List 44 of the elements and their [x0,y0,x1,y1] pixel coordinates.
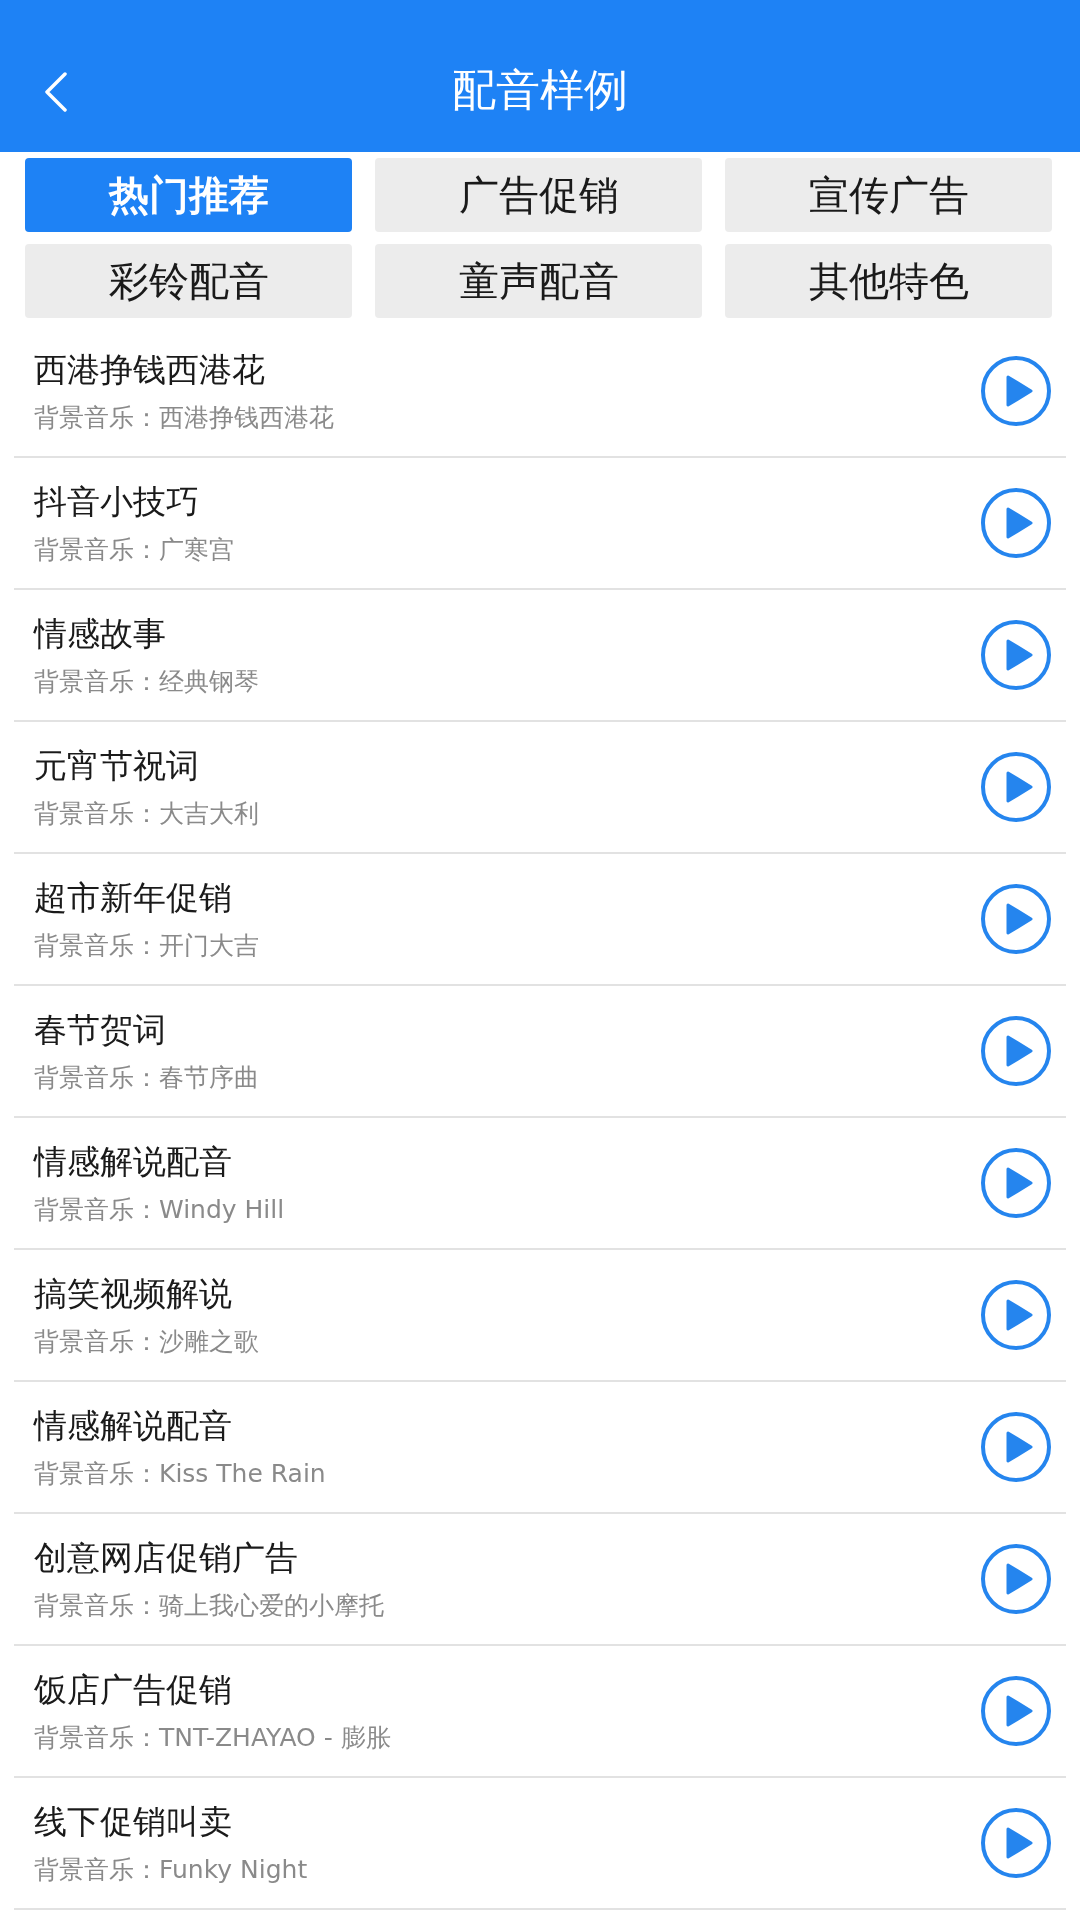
background-music-label: 背景音乐：广寒宫 [34,534,234,566]
category-tab[interactable]: 热门推荐 [25,158,352,232]
sample-title: 饭店广告促销 [34,1669,233,1711]
category-tab[interactable]: 广告促销 [375,158,702,232]
play-icon[interactable] [980,1147,1052,1219]
background-music-label: 背景音乐：Windy Hill [34,1194,285,1226]
play-icon[interactable] [980,1015,1052,1087]
sample-title: 西港挣钱西港花 [34,349,266,391]
background-music-label: 背景音乐：TNT-ZHAYAO - 膨胀 [34,1722,391,1754]
sample-title: 情感解说配音 [34,1141,233,1183]
background-music-label: 背景音乐：Funky Night [34,1854,308,1886]
background-music-label: 背景音乐：春节序曲 [34,1062,259,1094]
sample-title: 创意网店促销广告 [34,1537,299,1579]
background-music-label: 背景音乐：骑上我心爱的小摩托 [34,1590,384,1622]
play-icon[interactable] [980,1543,1052,1615]
page-title: 配音样例 [452,62,628,117]
play-icon[interactable] [980,751,1052,823]
sample-title: 搞笑视频解说 [34,1273,233,1315]
sample-title: 春节贺词 [34,1009,167,1051]
play-icon[interactable] [980,619,1052,691]
sample-title: 情感故事 [34,613,167,655]
play-icon[interactable] [980,355,1052,427]
background-music-label: 背景音乐：Kiss The Rain [34,1458,326,1490]
sample-title: 情感解说配音 [34,1405,233,1447]
play-icon[interactable] [980,487,1052,559]
sample-title: 元宵节祝词 [34,745,200,787]
play-icon[interactable] [980,1411,1052,1483]
play-icon[interactable] [980,1807,1052,1879]
sample-title: 线下促销叫卖 [34,1801,233,1843]
play-icon[interactable] [980,1279,1052,1351]
background-music-label: 背景音乐：西港挣钱西港花 [34,402,334,434]
background-music-label: 背景音乐：大吉大利 [34,798,259,830]
category-tab[interactable]: 宣传广告 [725,158,1052,232]
background-music-label: 背景音乐：开门大吉 [34,930,259,962]
play-icon[interactable] [980,1675,1052,1747]
sample-title: 抖音小技巧 [34,481,200,523]
sample-title: 超市新年促销 [34,877,233,919]
background-music-label: 背景音乐：经典钢琴 [34,666,259,698]
category-tab[interactable]: 其他特色 [725,244,1052,318]
category-tab[interactable]: 彩铃配音 [25,244,352,318]
play-icon[interactable] [980,883,1052,955]
category-tab[interactable]: 童声配音 [375,244,702,318]
background-music-label: 背景音乐：沙雕之歌 [34,1326,259,1358]
back-icon[interactable] [44,72,68,112]
